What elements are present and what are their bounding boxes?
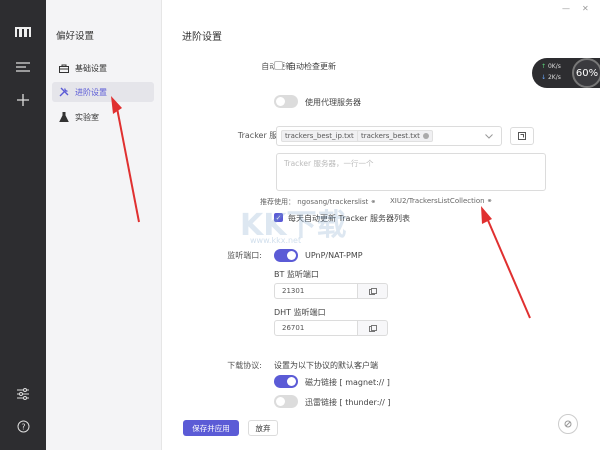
menu-icon[interactable] [0,55,46,79]
protocol-desc: 设置为以下协议的默认客户端 [274,361,378,370]
proxy-text: 使用代理服务器 [305,98,361,107]
thunder-text: 迅雷链接 [ thunder:// ] [305,398,391,407]
sync-tracker-button[interactable] [510,127,534,145]
plus-icon[interactable] [0,88,46,112]
magnet-toggle[interactable] [274,375,298,388]
link-icon: ⚭ [370,198,377,206]
sliders-icon[interactable] [0,382,46,406]
discard-button[interactable]: 放弃 [248,420,278,436]
app-logo-icon[interactable] [0,20,46,44]
port-label: 监听端口: [227,251,262,260]
upnp-toggle[interactable] [274,249,298,262]
upload-speed: ↑ 0K/s [541,63,561,70]
download-speed: ↓ 2K/s [541,74,561,81]
minimize-icon[interactable]: — [562,4,570,13]
dht-port-input[interactable]: 26701 [274,320,358,336]
sidebar-item-basic[interactable]: 基础设置 [52,58,154,78]
link-xiu2[interactable]: XIU2/TrackersListCollection [390,197,485,205]
flask-icon [59,112,69,122]
page-title: 进阶设置 [182,32,222,43]
sidebar-item-label: 进阶设置 [75,87,107,97]
close-icon[interactable]: ✕ [582,4,589,13]
clear-icon[interactable] [558,414,578,434]
tracker-tag[interactable]: trackers_best_ip.txt [281,130,367,142]
tools-icon [59,87,69,97]
bt-port-random-button[interactable] [358,283,388,299]
auto-update-text: 自动检查更新 [288,62,336,71]
sidebar-item-advanced[interactable]: 进阶设置 [52,82,154,102]
copy-icon [518,132,526,140]
magnet-text: 磁力链接 [ magnet:// ] [305,378,390,387]
preferences-sidebar: 偏好设置 基础设置 进阶设置 实验室 [46,0,162,450]
protocol-label: 下载协议: [227,361,262,370]
tracker-tag[interactable]: trackers_best.txt [357,130,433,142]
bt-port-input[interactable]: 21301 [274,283,358,299]
link-icon: ⚭ [486,197,493,205]
thunder-toggle[interactable] [274,395,298,408]
sidebar-item-lab[interactable]: 实验室 [52,107,154,127]
speed-meter[interactable]: ↑ 0K/s ↓ 2K/s 60% [532,58,600,88]
app-rail: ? [0,0,46,450]
auto-update-checkbox[interactable] [274,61,283,70]
help-icon[interactable]: ? [0,414,46,438]
tracker-recommend-2: XIU2/TrackersListCollection ⚭ [390,197,493,205]
dht-port-label: DHT 监听端口 [274,308,326,317]
svg-text:?: ? [21,422,25,431]
tracker-textarea[interactable]: Tracker 服务器，一行一个 [276,153,546,191]
bt-port-label: BT 监听端口 [274,270,319,279]
upnp-text: UPnP/NAT-PMP [305,251,363,260]
shuffle-icon [368,324,377,332]
shuffle-icon [368,287,377,295]
sidebar-item-label: 实验室 [75,112,99,122]
chevron-down-icon [485,134,493,139]
watermark-url: www.kkx.net [250,236,302,245]
proxy-toggle[interactable] [274,95,298,108]
sidebar-title: 偏好设置 [56,31,95,42]
dht-port-random-button[interactable] [358,320,388,336]
toolbox-icon [59,64,69,73]
tracker-source-select[interactable]: trackers_best_ip.txt trackers_best.txt [276,126,502,146]
speed-percent: 60% [572,58,600,88]
sidebar-item-label: 基础设置 [75,63,107,73]
save-apply-button[interactable]: 保存并应用 [183,420,239,436]
tag-close-icon[interactable] [422,133,429,139]
